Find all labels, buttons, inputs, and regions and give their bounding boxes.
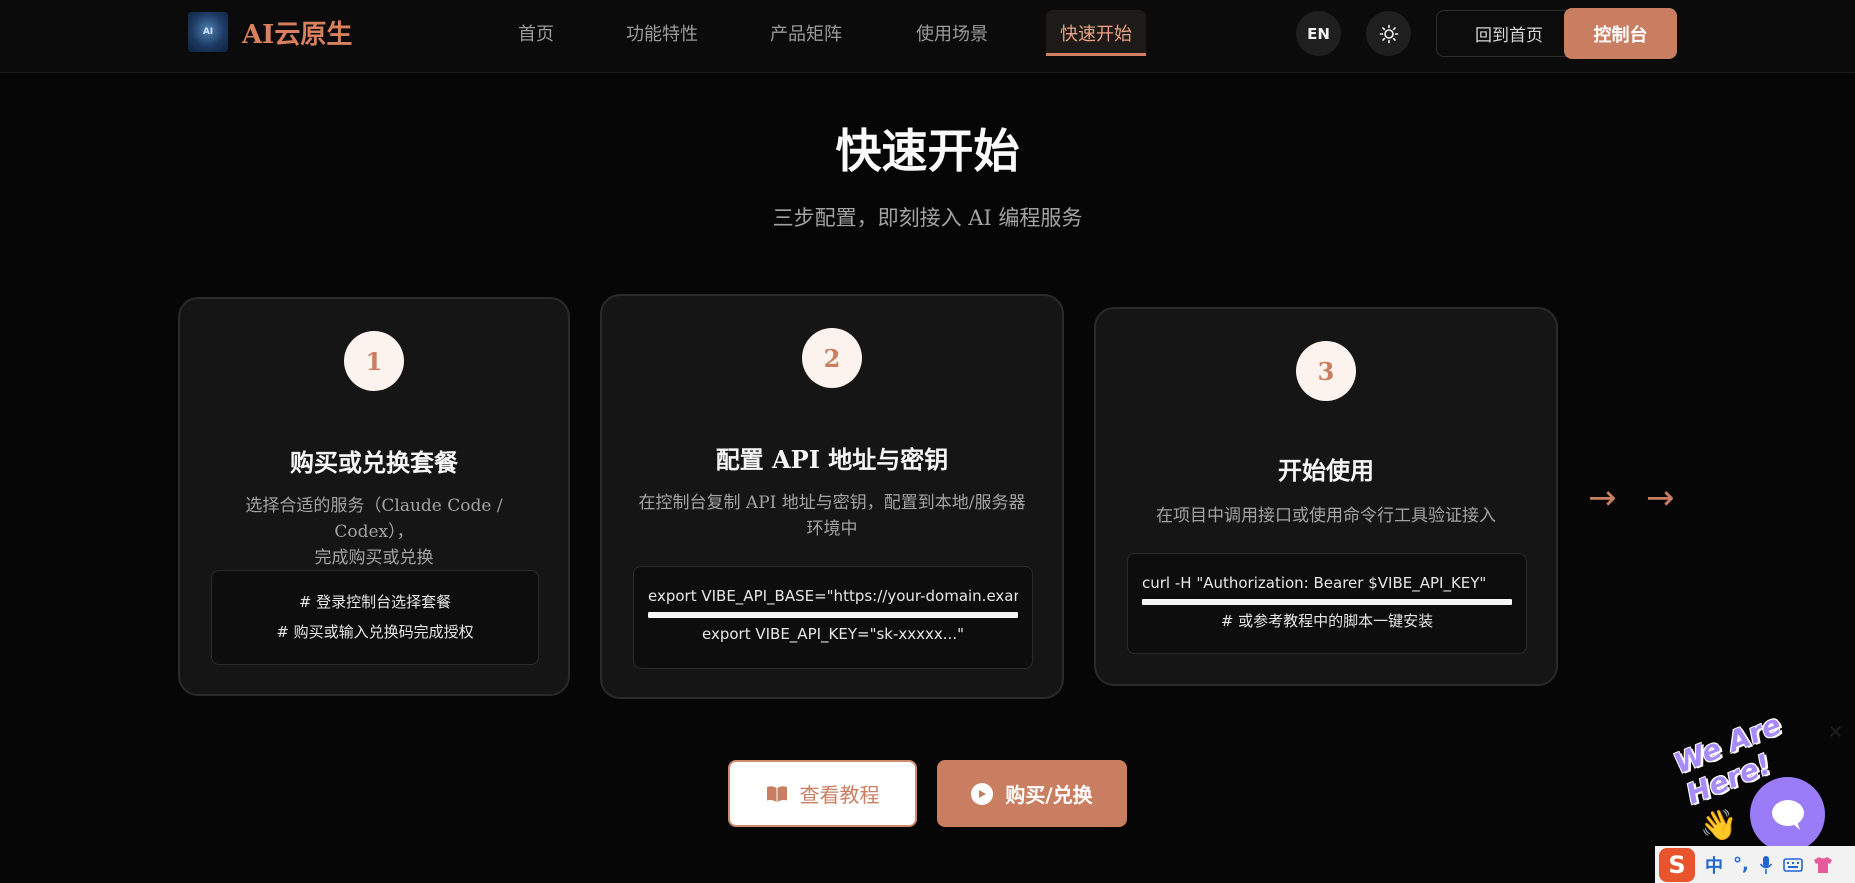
step-number-badge: 3 <box>1296 341 1356 401</box>
back-home-button[interactable]: 回到首页 <box>1436 10 1582 57</box>
step-description: 选择合适的服务（Claude Code / Codex）， 完成购买或兑换 <box>204 493 544 571</box>
step-title: 配置 API 地址与密钥 <box>715 445 949 474</box>
nav-item-products[interactable]: 产品矩阵 <box>770 20 842 46</box>
section-title: 快速开始 <box>835 124 1020 178</box>
code-line-1: curl -H "Authorization: Bearer $VIBE_API… <box>1142 574 1487 592</box>
step-title: 购买或兑换套餐 <box>290 448 458 477</box>
step-description: 在控制台复制 API 地址与密钥，配置到本地/服务器 环境中 <box>626 490 1038 542</box>
theme-toggle-button[interactable] <box>1366 11 1411 56</box>
chat-close-icon[interactable]: ✕ <box>1828 722 1843 743</box>
top-nav-bar: AI AI云原生 首页 功能特性 产品矩阵 使用场景 快速开始 EN 回到首页 … <box>0 0 1855 73</box>
brand-logo-icon[interactable]: AI <box>188 12 228 52</box>
code-line-2: # 或参考教程中的脚本一键安装 <box>1220 612 1434 630</box>
chat-bubble-icon <box>1771 799 1804 830</box>
view-tutorial-button[interactable]: 查看教程 <box>728 760 917 827</box>
step-description-line-2: 环境中 <box>806 519 858 539</box>
waving-hand-icon: 👋 <box>1700 808 1738 843</box>
chat-launcher-button[interactable] <box>1750 777 1825 852</box>
buy-redeem-label: 购买/兑换 <box>1005 783 1093 807</box>
horizontal-scrollbar[interactable] <box>648 612 1018 618</box>
step-card-1: 1 购买或兑换套餐 选择合适的服务（Claude Code / Codex）， … <box>178 297 570 696</box>
code-block[interactable]: export VIBE_API_BASE="https://your-domai… <box>633 566 1033 669</box>
play-icon <box>971 782 994 805</box>
step-number-badge: 2 <box>802 328 862 388</box>
keyboard-icon[interactable] <box>1783 857 1803 873</box>
step-card-3: 3 开始使用 在项目中调用接口或使用命令行工具验证接入 curl -H "Aut… <box>1094 307 1558 686</box>
code-block: # 登录控制台选择套餐 # 购买或输入兑换码完成授权 <box>211 570 539 665</box>
book-icon <box>766 785 787 802</box>
microphone-icon[interactable] <box>1759 855 1773 875</box>
nav-item-quickstart[interactable]: 快速开始 <box>1046 10 1146 56</box>
code-line-2: export VIBE_API_KEY="sk-xxxxx..." <box>702 625 964 643</box>
logo-text: AI <box>202 27 214 37</box>
section-subtitle: 三步配置，即刻接入 AI 编程服务 <box>772 206 1083 230</box>
step-description: 在项目中调用接口或使用命令行工具验证接入 <box>1120 503 1532 529</box>
step-description-line-1: 选择合适的服务（Claude Code / Codex）， <box>245 496 503 542</box>
step-number-badge: 1 <box>344 331 404 391</box>
code-line-2: # 购买或输入兑换码完成授权 <box>276 623 474 641</box>
step-description-line-1: 在项目中调用接口或使用命令行工具验证接入 <box>1156 506 1496 526</box>
code-line-1: export VIBE_API_BASE="https://your-domai… <box>648 587 1018 605</box>
ime-mode-toggle[interactable]: 中 <box>1705 852 1723 878</box>
step-card-2: 2 配置 API 地址与密钥 在控制台复制 API 地址与密钥，配置到本地/服务… <box>600 294 1064 699</box>
horizontal-scrollbar[interactable] <box>1142 599 1512 605</box>
ime-logo-icon[interactable]: S <box>1659 847 1695 882</box>
buy-redeem-button[interactable]: 购买/兑换 <box>937 760 1127 827</box>
view-tutorial-label: 查看教程 <box>799 783 880 807</box>
ime-punctuation-toggle[interactable]: °, <box>1733 854 1749 875</box>
step-title: 开始使用 <box>1278 456 1374 485</box>
nav-item-features[interactable]: 功能特性 <box>626 20 698 46</box>
nav-item-scenarios[interactable]: 使用场景 <box>916 20 988 46</box>
console-button[interactable]: 控制台 <box>1564 8 1677 59</box>
arrow-right-icon: → <box>1646 478 1675 518</box>
nav-item-home[interactable]: 首页 <box>518 20 554 46</box>
step-description-line-1: 在控制台复制 API 地址与密钥，配置到本地/服务器 <box>638 493 1026 513</box>
code-line-1: # 登录控制台选择套餐 <box>298 593 452 611</box>
arrow-right-icon: → <box>1588 478 1617 518</box>
language-toggle-button[interactable]: EN <box>1296 11 1341 56</box>
code-block[interactable]: curl -H "Authorization: Bearer $VIBE_API… <box>1127 553 1527 654</box>
skin-shirt-icon[interactable] <box>1813 856 1833 874</box>
brand-name[interactable]: AI云原生 <box>242 14 352 51</box>
sun-icon <box>1379 24 1398 43</box>
ime-toolbar: S 中 °, <box>1655 846 1855 883</box>
step-description-line-2: 完成购买或兑换 <box>314 548 434 568</box>
